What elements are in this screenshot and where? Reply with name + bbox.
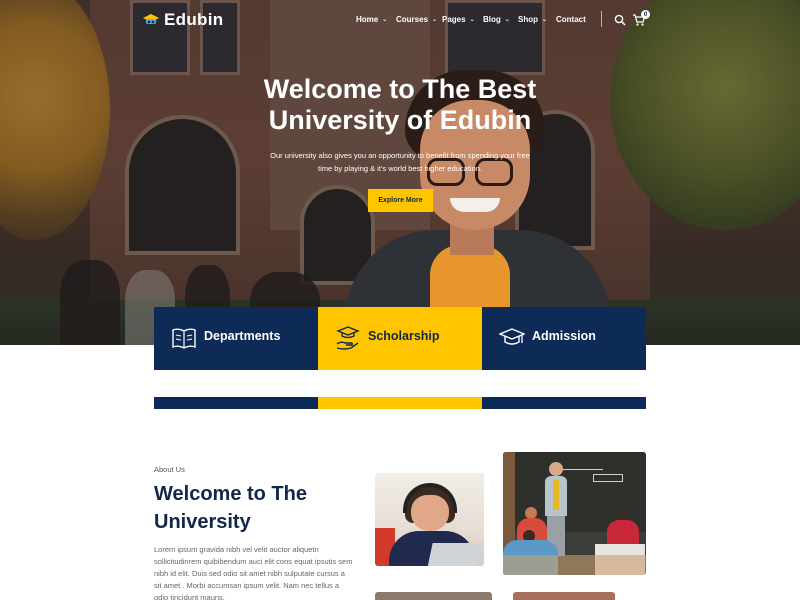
chevron-down-icon: ⌄ — [542, 16, 548, 23]
feature-scholarship[interactable]: Scholarship — [318, 307, 482, 370]
nav-item-blog[interactable]: Blog ⌄ — [483, 13, 518, 25]
nav-item-label: Contact — [556, 14, 586, 24]
nav-divider — [601, 11, 602, 27]
accent-bar — [154, 397, 318, 409]
feature-departments[interactable]: Departments — [154, 307, 318, 370]
hero-title-line: Welcome to The Best — [263, 74, 537, 104]
graduation-cap-icon — [143, 14, 159, 24]
about-photo-lower-left — [375, 592, 492, 600]
book-icon — [172, 328, 196, 349]
nav-item-contact[interactable]: Contact — [556, 13, 586, 25]
about-title: Welcome to The University — [154, 480, 354, 536]
feature-label: Admission — [532, 329, 596, 343]
about-body: Lorem ipsum gravida nibh vel velit aucto… — [154, 545, 353, 600]
accent-bar — [318, 397, 482, 409]
page: Edubin Home ⌄ Courses ⌄ Pages ⌄ Blog ⌄ Shop ⌄… — [0, 0, 800, 600]
explore-more-button[interactable]: Explore More — [368, 189, 433, 212]
scholarship-hand-icon — [336, 326, 360, 350]
about-photo-classroom — [503, 452, 646, 575]
nav-item-label: Pages — [442, 14, 466, 24]
cart-count-badge: 0 — [641, 10, 650, 19]
accent-bar — [482, 397, 646, 409]
chevron-down-icon: ⌄ — [504, 16, 510, 23]
nav-item-shop[interactable]: Shop ⌄ — [518, 13, 556, 25]
hero-subtitle-line: Our university also gives you an opportu… — [270, 151, 530, 160]
chevron-down-icon: ⌄ — [382, 16, 388, 23]
about-title-line: Welcome to The — [154, 483, 307, 505]
about-photo-lower-right — [513, 592, 615, 600]
hero-title-line: University of Edubin — [268, 105, 532, 135]
about-tag: About Us — [154, 465, 185, 474]
about-photo-student — [375, 473, 484, 566]
graduation-cap-icon — [499, 328, 525, 345]
nav-item-label: Home — [356, 14, 379, 24]
nav-item-pages[interactable]: Pages ⌄ — [442, 13, 483, 25]
nav-item-label: Courses — [396, 14, 429, 24]
hero-title: Welcome to The Best University of Edubin — [200, 74, 600, 136]
search-icon[interactable] — [614, 14, 626, 26]
feature-label: Departments — [204, 329, 281, 343]
feature-label: Scholarship — [368, 329, 440, 343]
feature-admission[interactable]: Admission — [482, 307, 646, 370]
nav-item-courses[interactable]: Courses ⌄ — [396, 13, 442, 25]
brand-name: Edubin — [164, 10, 224, 29]
chevron-down-icon: ⌄ — [469, 16, 475, 23]
hero-subtitle: Our university also gives you an opportu… — [268, 149, 532, 175]
brand-logo[interactable]: Edubin — [143, 9, 223, 31]
nav-item-label: Blog — [483, 14, 501, 24]
hero-subtitle-line: time by playing & it's world best higher… — [317, 164, 483, 173]
nav-item-home[interactable]: Home ⌄ — [356, 13, 396, 25]
main-nav: Home ⌄ Courses ⌄ Pages ⌄ Blog ⌄ Shop ⌄ Contac… — [356, 13, 586, 25]
nav-item-label: Shop — [518, 14, 538, 24]
chevron-down-icon: ⌄ — [432, 16, 438, 23]
about-title-line: University — [154, 511, 251, 533]
